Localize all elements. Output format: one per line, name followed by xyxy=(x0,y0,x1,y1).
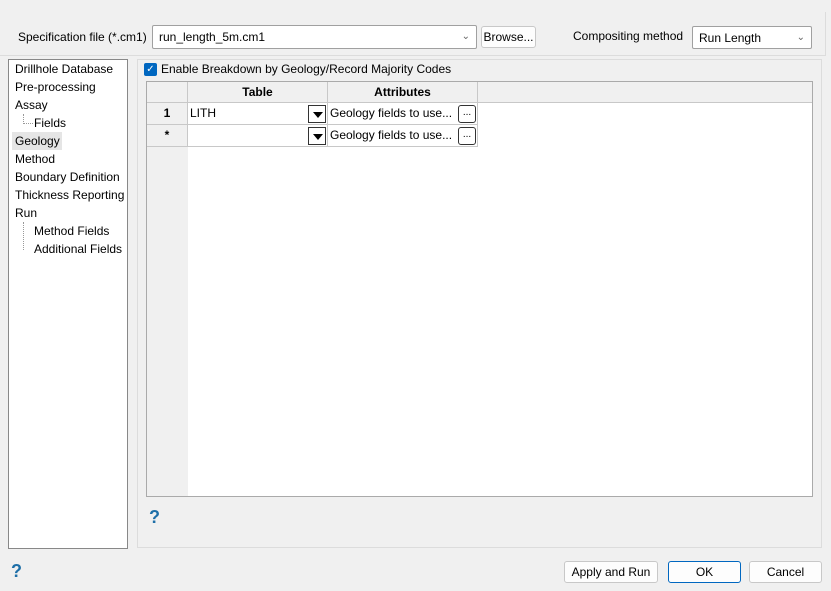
browse-button[interactable]: Browse... xyxy=(481,26,536,48)
ok-button[interactable]: OK xyxy=(668,561,741,583)
tree-item-run[interactable]: Run xyxy=(15,204,37,222)
dropdown-arrow-icon[interactable] xyxy=(308,127,326,145)
spec-file-combo[interactable]: run_length_5m.cm1 ⌄ xyxy=(152,25,477,49)
dropdown-arrow-icon[interactable] xyxy=(308,105,326,123)
tree-item-drillhole-database[interactable]: Drillhole Database xyxy=(15,60,113,78)
tree-connector xyxy=(23,222,33,250)
tree-item-additional-fields[interactable]: Additional Fields xyxy=(34,240,122,258)
ellipsis-button[interactable]: ... xyxy=(458,127,476,145)
apply-and-run-button[interactable]: Apply and Run xyxy=(564,561,658,583)
table-value: LITH xyxy=(190,106,217,120)
attributes-cell[interactable]: Geology fields to use... ... xyxy=(328,103,478,125)
tree-item-thickness-reporting[interactable]: Thickness Reporting xyxy=(15,186,124,204)
tree-item-boundary-definition[interactable]: Boundary Definition xyxy=(15,168,120,186)
attributes-value: Geology fields to use... xyxy=(330,106,453,120)
attributes-value: Geology fields to use... xyxy=(330,128,453,142)
table-cell[interactable]: LITH xyxy=(188,103,328,125)
spec-file-value: run_length_5m.cm1 xyxy=(159,30,266,44)
tree-item-assay[interactable]: Assay xyxy=(15,96,48,114)
enable-breakdown-checkbox[interactable]: ✓ Enable Breakdown by Geology/Record Maj… xyxy=(144,62,456,76)
panel-help-icon[interactable]: ? xyxy=(149,507,160,528)
dialog-help-icon[interactable]: ? xyxy=(11,561,22,582)
compositing-method-combo[interactable]: Run Length ⌄ xyxy=(692,26,812,49)
cancel-button[interactable]: Cancel xyxy=(749,561,822,583)
row-header[interactable]: 1 xyxy=(147,103,188,125)
chevron-down-icon[interactable]: ⌄ xyxy=(797,32,805,43)
attributes-cell[interactable]: Geology fields to use... ... xyxy=(328,125,478,147)
navigation-tree[interactable]: Drillhole Database Pre-processing Assay … xyxy=(8,59,128,549)
tree-item-pre-processing[interactable]: Pre-processing xyxy=(15,78,96,96)
enable-breakdown-label: Enable Breakdown by Geology/Record Major… xyxy=(161,62,452,76)
header-filler xyxy=(478,82,812,103)
tree-item-fields[interactable]: Fields xyxy=(34,114,66,132)
ellipsis-button[interactable]: ... xyxy=(458,105,476,123)
checkmark-icon[interactable]: ✓ xyxy=(144,62,157,76)
tree-item-geology[interactable]: Geology xyxy=(12,132,62,150)
column-header-attributes[interactable]: Attributes xyxy=(328,82,478,103)
compositing-method-value: Run Length xyxy=(699,31,762,45)
tree-item-method[interactable]: Method xyxy=(15,150,55,168)
corner-header xyxy=(147,82,188,103)
row-header[interactable]: * xyxy=(147,125,188,147)
compositing-method-label: Compositing method xyxy=(573,29,684,43)
table-cell[interactable] xyxy=(188,125,328,147)
chevron-down-icon[interactable]: ⌄ xyxy=(462,31,470,42)
geology-grid[interactable]: Table Attributes 1 LITH Geology fields t… xyxy=(146,81,813,497)
tree-connector xyxy=(23,114,33,124)
column-header-table[interactable]: Table xyxy=(188,82,328,103)
tree-item-method-fields[interactable]: Method Fields xyxy=(34,222,109,240)
spec-file-label: Specification file (*.cm1) xyxy=(18,30,147,44)
